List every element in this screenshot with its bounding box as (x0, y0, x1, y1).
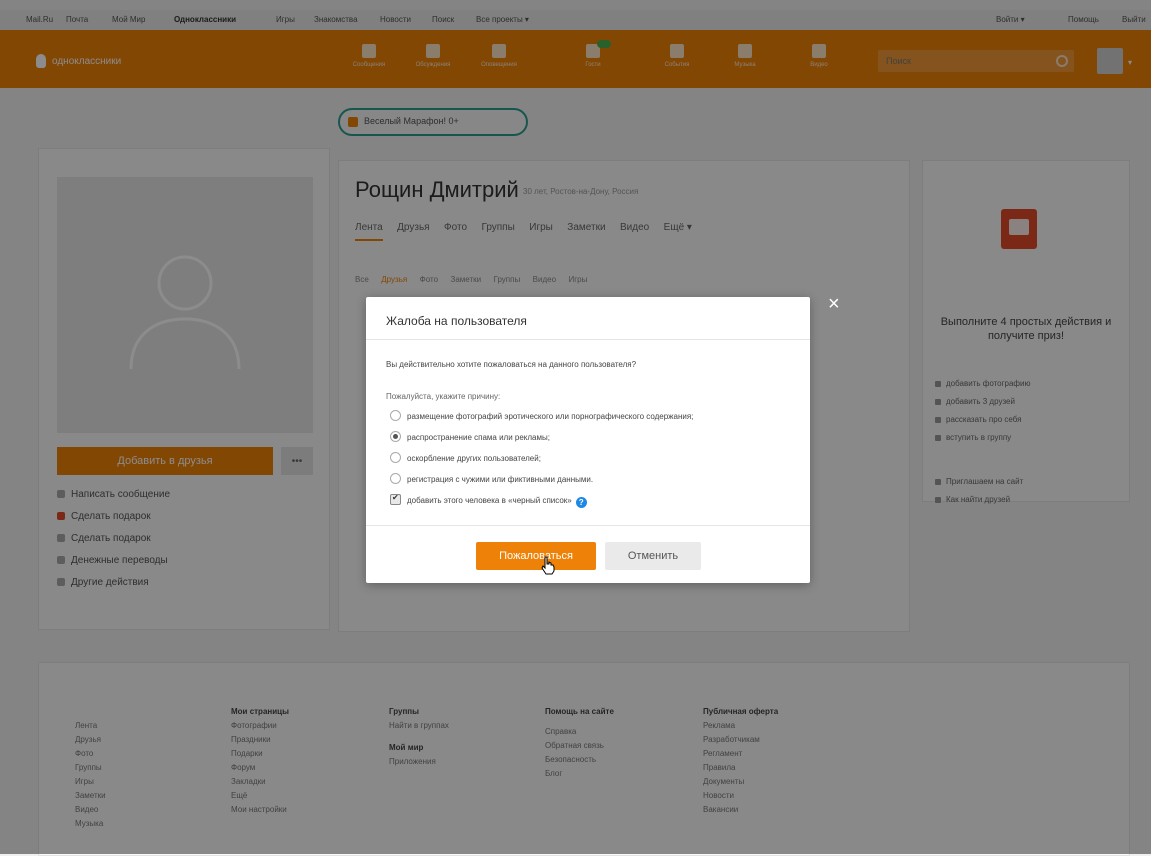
reason-option[interactable]: распространение спама или рекламы; (390, 431, 550, 445)
hand-cursor-icon (541, 556, 555, 575)
reason-prompt: Пожалуйста, укажите причину: (386, 392, 501, 401)
reason-option[interactable]: размещение фотографий эротического или п… (390, 410, 693, 424)
dialog-title: Жалоба на пользователя (386, 314, 527, 328)
radio-button-selected[interactable] (390, 431, 401, 442)
reason-label: размещение фотографий эротического или п… (407, 412, 694, 421)
radio-button[interactable] (390, 410, 401, 421)
report-button[interactable]: Пожаловаться (476, 542, 596, 570)
help-icon[interactable]: ? (575, 497, 587, 508)
reason-option[interactable]: регистрация с чужими или фиктивными данн… (390, 473, 593, 487)
radio-button[interactable] (390, 452, 401, 463)
divider (366, 525, 810, 526)
cancel-button[interactable]: Отменить (605, 542, 701, 570)
close-icon[interactable]: × (828, 294, 840, 314)
divider (366, 339, 810, 340)
radio-button[interactable] (390, 473, 401, 484)
reason-option[interactable]: оскорбление других пользователей; (390, 452, 541, 466)
report-user-dialog: Жалоба на пользователя Вы действительно … (366, 297, 810, 583)
reason-label: оскорбление других пользователей; (407, 454, 541, 463)
checkmark-icon: ✔ (392, 493, 399, 502)
blacklist-option[interactable]: ✔ добавить этого человека в «черный списо… (390, 493, 587, 508)
reason-label: распространение спама или рекламы; (407, 433, 550, 442)
blacklist-checkbox[interactable]: ✔ (390, 493, 401, 505)
reason-label: регистрация с чужими или фиктивными данн… (407, 475, 594, 484)
blacklist-label: добавить этого человека в «черный список… (407, 496, 572, 505)
dialog-question: Вы действительно хотите пожаловаться на … (386, 360, 637, 369)
